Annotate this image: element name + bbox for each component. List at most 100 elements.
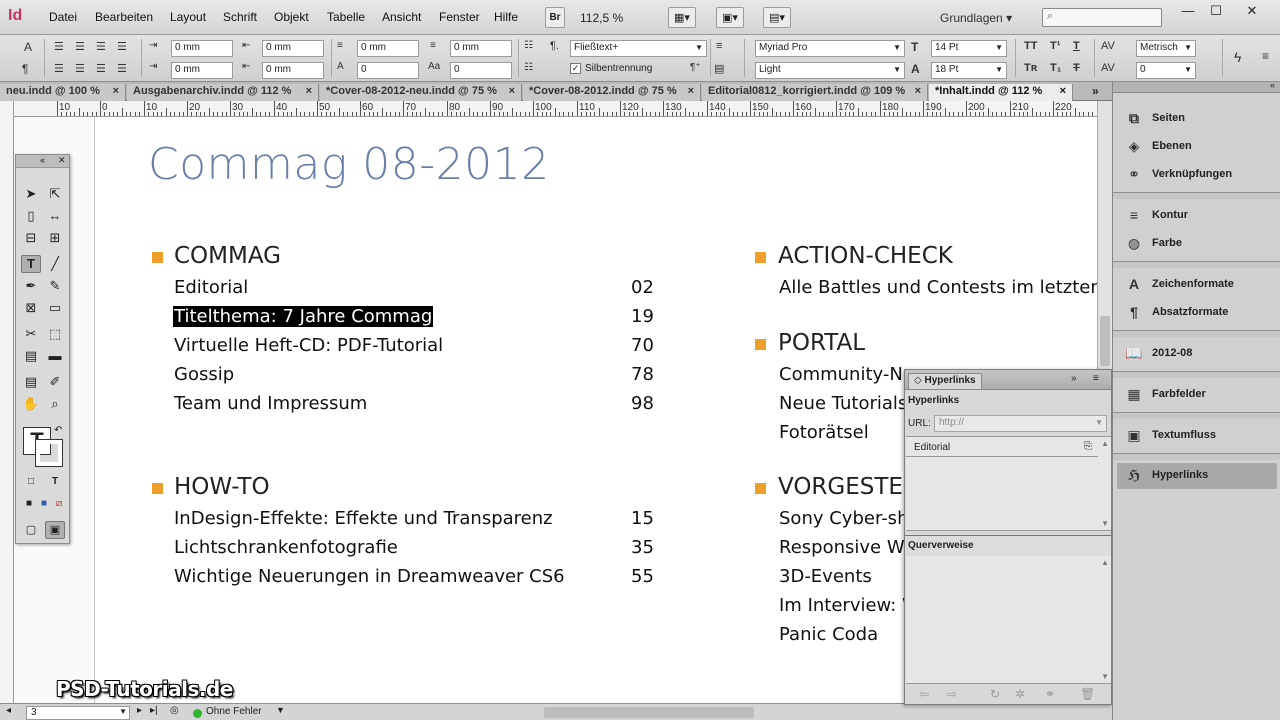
horizontal-ruler[interactable]: 10 0 10 20 30 40 50 60 70 80 90 100 110 120 130 140 150 1… [14, 101, 1097, 117]
panel-menu-icon[interactable]: ≡ [1093, 373, 1099, 384]
numbered-list-icon[interactable]: ☷ [524, 62, 533, 73]
next-page-icon[interactable]: ▸ [137, 705, 142, 716]
align-right-icon[interactable]: ☰ [96, 40, 106, 53]
justify-right-icon[interactable]: ☰ [96, 62, 106, 75]
rectangle-frame-tool-icon[interactable]: ⊠ [21, 299, 41, 317]
dock-item-verknuepfungen[interactable]: ⚭ Verknüpfungen [1117, 162, 1277, 188]
paragraph-style-dropdown[interactable]: Fließtext+ ▼ [570, 40, 707, 57]
close-icon[interactable]: × [1060, 85, 1066, 97]
menu-bearbeiten[interactable]: Bearbeiten [95, 10, 153, 24]
next-icon[interactable]: ⇨ [947, 687, 957, 701]
scroll-down-icon[interactable]: ▼ [1101, 519, 1109, 528]
hyperlinks-panel-tab[interactable]: ◇ Hyperlinks [908, 373, 982, 389]
view-options-button[interactable]: ▦▾ [668, 7, 696, 28]
collapse-icon[interactable]: » [1071, 373, 1077, 384]
dropcap-lines-field[interactable]: 0 [357, 62, 419, 79]
scroll-up-icon[interactable]: ▲ [1101, 558, 1109, 567]
horizontal-scrollbar-thumb[interactable] [544, 707, 754, 718]
align-center-icon[interactable]: ☰ [75, 40, 85, 53]
indent-last-field[interactable]: 0 mm [262, 62, 324, 79]
normal-view-icon[interactable]: ▢ [21, 521, 41, 539]
menu-datei[interactable]: Datei [49, 10, 77, 24]
minimize-button[interactable]: — [1173, 3, 1203, 19]
dock-item-seiten[interactable]: ⧉ Seiten [1117, 106, 1277, 132]
free-transform-tool-icon[interactable]: ⬚ [45, 325, 65, 343]
baseline-grid-icon[interactable]: ≡ [716, 40, 722, 52]
section-heading-vorgestellt[interactable]: VORGESTEL [778, 474, 916, 500]
tab-cover-neu[interactable]: *Cover-08-2012-neu.indd @ 75 % × [320, 84, 522, 101]
close-icon[interactable]: × [113, 85, 119, 97]
scroll-down-icon[interactable]: ▼ [1101, 672, 1109, 681]
pencil-tool-icon[interactable]: ✎ [45, 277, 65, 295]
preflight-icon[interactable]: ◎ [170, 705, 179, 716]
toc-entry[interactable]: Lichtschrankenfotografie [174, 537, 398, 558]
underline-icon[interactable]: T [1073, 40, 1080, 52]
delete-icon[interactable]: 🗑 [1080, 687, 1095, 701]
content-collector-icon[interactable]: ⊟ [21, 229, 41, 247]
toc-entry[interactable]: Community-Ne [779, 364, 914, 385]
page-tool-icon[interactable]: ▯ [21, 207, 41, 225]
clear-overrides-icon[interactable]: ¶⁺ [690, 62, 701, 73]
toc-entry[interactable]: Wichtige Neuerungen in Dreamweaver CS6 [174, 566, 565, 587]
workspace-switcher[interactable]: Grundlagen ▾ [940, 11, 1012, 25]
menu-fenster[interactable]: Fenster [439, 10, 480, 24]
dock-item-zeichenformate[interactable]: A Zeichenformate [1117, 272, 1277, 298]
dock-item-library[interactable]: 📖 2012-08 [1117, 341, 1277, 367]
character-mode-icon[interactable]: A [24, 40, 32, 54]
indent-right-field[interactable]: 0 mm [262, 40, 324, 57]
chevron-down-icon[interactable]: ▼ [276, 705, 285, 715]
toc-entry[interactable]: Team und Impressum [174, 393, 367, 414]
menu-ansicht[interactable]: Ansicht [382, 10, 421, 24]
align-left-icon[interactable]: ☰ [54, 40, 64, 53]
toc-entry[interactable]: 3D-Events [779, 566, 872, 587]
formatting-container-icon[interactable]: □ [21, 473, 41, 491]
toc-entry[interactable]: Sony Cyber-sho [779, 508, 919, 529]
panel-menu-icon[interactable]: ≡ [1262, 49, 1269, 63]
first-page-icon[interactable]: ◂ [6, 705, 11, 716]
dock-item-ebenen[interactable]: ◈ Ebenen [1117, 134, 1277, 160]
formatting-text-icon[interactable]: T [45, 473, 65, 491]
url-input[interactable]: http:// ▼ [934, 415, 1107, 432]
close-icon[interactable]: ✕ [58, 155, 66, 166]
toc-entry[interactable]: Alle Battles und Contests im letzten M [779, 277, 1097, 298]
tools-panel-header[interactable]: « ✕ [16, 155, 69, 168]
go-to-destination-icon[interactable]: ⎘ [1084, 441, 1092, 452]
content-placer-icon[interactable]: ⊞ [45, 229, 65, 247]
stroke-swatch[interactable] [35, 439, 63, 467]
toc-entry[interactable]: Gossip [174, 364, 234, 385]
last-page-icon[interactable]: ▸| [150, 705, 158, 716]
note-tool-icon[interactable]: ▤ [21, 373, 41, 391]
dock-item-farbe[interactable]: ◍ Farbe [1117, 231, 1277, 257]
font-family-dropdown[interactable]: Myriad Pro ▼ [755, 40, 905, 57]
justify-full-icon[interactable]: ☰ [117, 62, 127, 75]
toc-page-number[interactable]: 15 [631, 508, 654, 529]
dock-item-farbfelder[interactable]: ▦ Farbfelder [1117, 382, 1277, 408]
font-size-field[interactable]: 14 Pt ▼ [931, 40, 1007, 57]
list-item[interactable]: Editorial ⎘ [906, 439, 1098, 457]
close-icon[interactable]: × [915, 85, 921, 97]
toc-entry-selected[interactable]: Titelthema: 7 Jahre Commag [173, 306, 434, 327]
page-title[interactable]: Commag 08-2012 [148, 139, 550, 190]
dock-collapse-bar[interactable]: « [1113, 80, 1280, 93]
tab-inhalt[interactable]: *Inhalt.indd @ 112 % × [929, 84, 1073, 101]
toc-page-number[interactable]: 02 [631, 277, 654, 298]
section-heading-commag[interactable]: COMMAG [174, 243, 281, 269]
bullet-list-icon[interactable]: ☷ [524, 40, 533, 51]
toc-page-number[interactable]: 19 [631, 306, 654, 327]
hyphenation-checkbox[interactable]: ✓ [570, 63, 581, 74]
more-tabs-icon[interactable]: » [1092, 84, 1099, 98]
zoom-level-dropdown[interactable]: 112,5 % [580, 11, 623, 25]
scrollbar-thumb[interactable] [1100, 316, 1110, 366]
toc-entry[interactable]: Editorial [174, 277, 248, 298]
justify-all-icon[interactable]: ☰ [54, 62, 64, 75]
gradient-feather-tool-icon[interactable]: ▬ [45, 347, 65, 365]
dock-item-hyperlinks[interactable]: ℌ Hyperlinks [1117, 463, 1277, 489]
toc-page-number[interactable]: 35 [631, 537, 654, 558]
eyedropper-tool-icon[interactable]: ✐ [45, 373, 65, 391]
gap-tool-icon[interactable]: ↔ [45, 207, 65, 225]
menu-hilfe[interactable]: Hilfe [494, 10, 518, 24]
justify-center-icon[interactable]: ☰ [75, 62, 85, 75]
collapse-icon[interactable]: « [1270, 80, 1275, 90]
hand-tool-icon[interactable]: ✋ [21, 395, 41, 413]
zoom-tool-icon[interactable]: ⌕ [45, 395, 65, 413]
